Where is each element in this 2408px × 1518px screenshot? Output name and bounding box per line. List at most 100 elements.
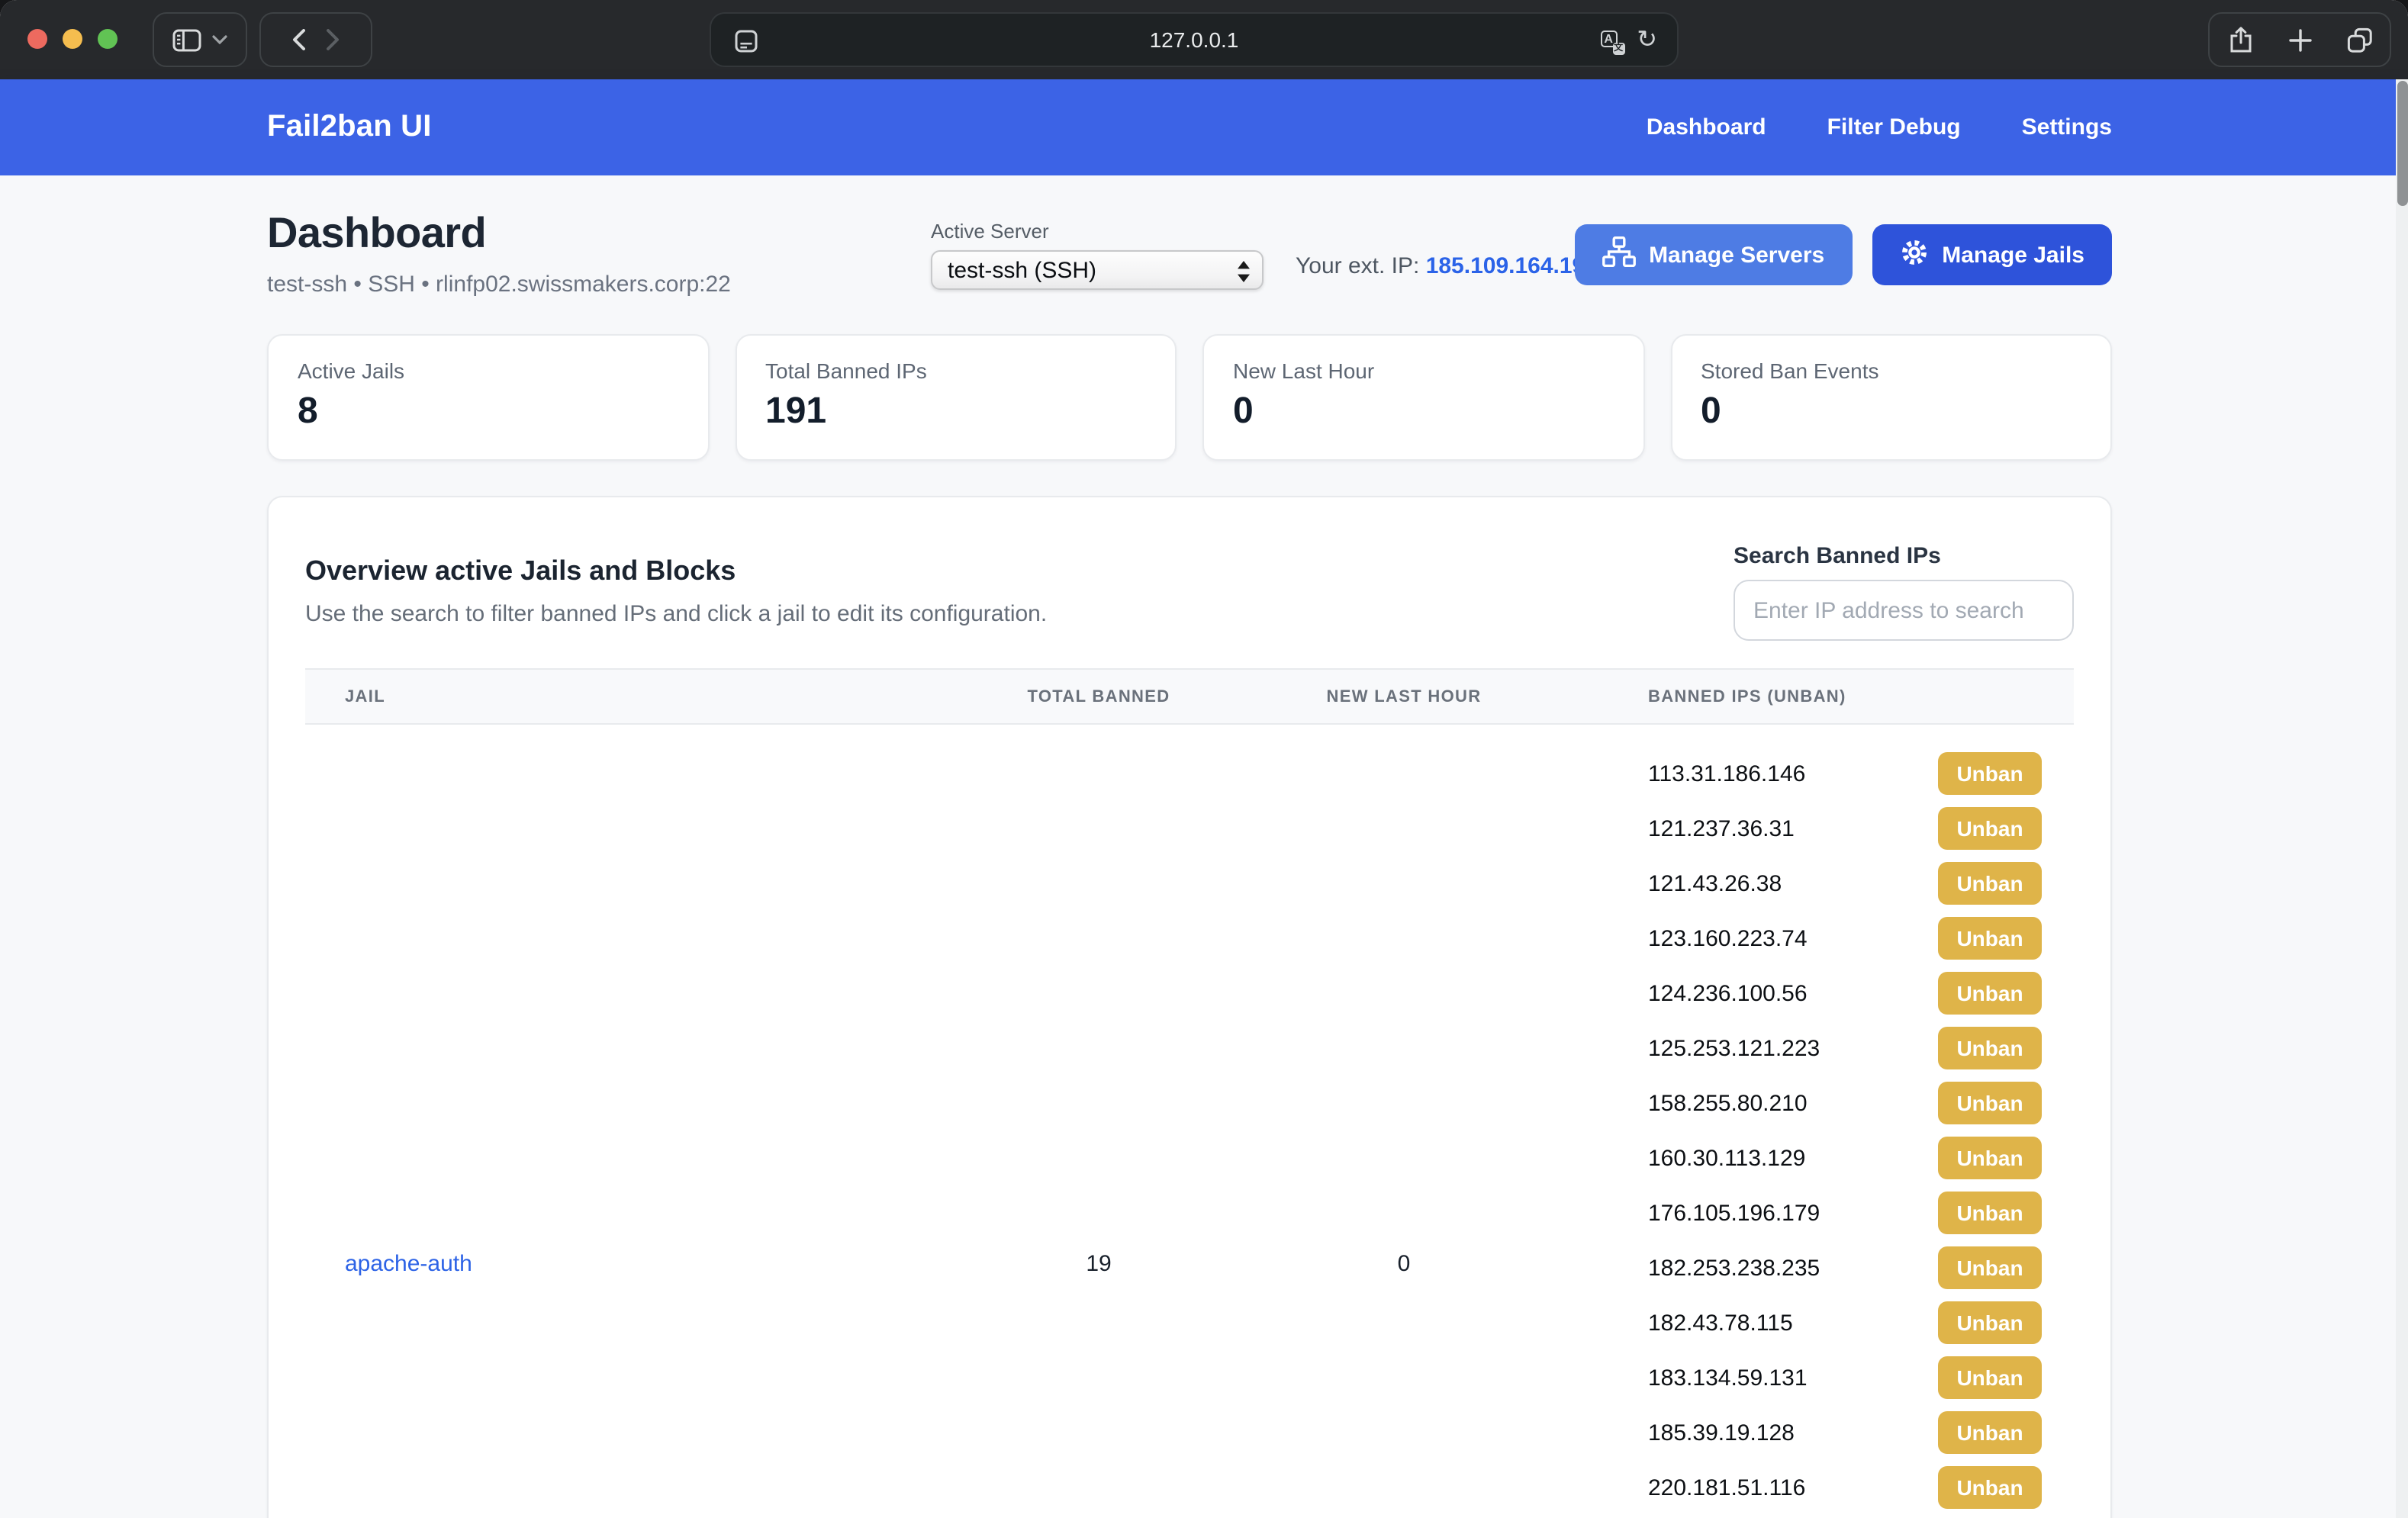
overview-subtitle: Use the search to filter banned IPs and … [305, 601, 1047, 627]
unban-button[interactable]: Unban [1938, 1411, 2042, 1454]
nav-item-dashboard[interactable]: Dashboard [1647, 114, 1766, 140]
jail-link[interactable]: apache-auth [345, 1251, 472, 1277]
dashboard-page: Dashboard test-ssh • SSH • rlinfp02.swis… [0, 175, 2408, 1518]
banned-ip-label: 185.39.19.128 [1648, 1420, 1795, 1446]
banned-ip-label: 113.31.186.146 [1648, 761, 1805, 786]
tab-overview-icon[interactable] [2346, 27, 2372, 53]
table-header: JAIL TOTAL BANNED NEW LAST HOUR BANNED I… [305, 668, 2074, 725]
toolbar-actions-group [2208, 12, 2391, 67]
translate-icon[interactable]: A 文 [1600, 30, 1623, 53]
minimize-button[interactable] [63, 29, 82, 49]
active-server-value: test-ssh (SSH) [948, 257, 1096, 283]
stat-label: Active Jails [298, 359, 678, 383]
banned-ip-label: 121.237.36.31 [1648, 815, 1795, 841]
stat-label: Total Banned IPs [765, 359, 1146, 383]
banned-ip-row: 121.43.26.38 Unban [1648, 856, 2042, 911]
banned-ip-row: 113.31.186.146 Unban [1648, 746, 2042, 801]
back-button[interactable] [291, 29, 305, 50]
banned-ip-row: 183.134.59.131 Unban [1648, 1350, 2042, 1405]
unban-button[interactable]: Unban [1938, 1466, 2042, 1509]
banned-ip-label: 158.255.80.210 [1648, 1090, 1808, 1116]
banned-ip-row: 220.181.51.116 Unban [1648, 1460, 2042, 1515]
banned-ip-list: 113.31.186.146 Unban 121.237.36.31 Unban [1648, 746, 2042, 1515]
col-new-last-hour: NEW LAST HOUR [1221, 687, 1587, 706]
banned-ip-label: 125.253.121.223 [1648, 1035, 1820, 1061]
unban-button[interactable]: Unban [1938, 1356, 2042, 1399]
col-total-banned: TOTAL BANNED [977, 687, 1221, 706]
banned-ip-label: 183.134.59.131 [1648, 1365, 1808, 1391]
sidebar-toggle-button[interactable] [153, 12, 247, 67]
traffic-lights [27, 29, 118, 49]
unban-button[interactable]: Unban [1938, 1082, 2042, 1124]
gear-icon [1899, 237, 1928, 272]
unban-button[interactable]: Unban [1938, 862, 2042, 905]
stat-card-stored-ban-events: Stored Ban Events 0 [1670, 334, 2112, 461]
search-banned-ips-input[interactable] [1734, 580, 2074, 641]
history-nav-group [259, 12, 372, 67]
unban-button[interactable]: Unban [1938, 1137, 2042, 1179]
url-text[interactable]: 127.0.0.1 [711, 14, 1677, 66]
table-row: apache-auth 19 0 113.31.186.146 Unban [305, 725, 2074, 1518]
sidebar-icon [172, 28, 201, 51]
col-banned-ips: BANNED IPS (UNBAN) [1587, 687, 2074, 706]
stat-label: Stored Ban Events [1701, 359, 2081, 383]
external-ip: Your ext. IP: 185.109.164.199 [1296, 253, 1598, 279]
banned-ip-row: 121.237.36.31 Unban [1648, 801, 2042, 856]
overview-title: Overview active Jails and Blocks [305, 555, 1047, 587]
browser-window: 127.0.0.1 A 文 ↻ [0, 0, 2408, 1518]
forward-button[interactable] [327, 29, 340, 50]
nav-item-settings[interactable]: Settings [2022, 114, 2112, 140]
banned-ip-row: 123.160.223.74 Unban [1648, 911, 2042, 966]
stat-value: 8 [298, 391, 678, 433]
scrollbar-thumb[interactable] [2397, 81, 2408, 206]
manage-jails-button[interactable]: Manage Jails [1872, 224, 2112, 285]
unban-button[interactable]: Unban [1938, 752, 2042, 795]
unban-button[interactable]: Unban [1938, 1027, 2042, 1069]
banned-ip-row: 125.253.121.223 Unban [1648, 1021, 2042, 1076]
stat-card-new-last-hour: New Last Hour 0 [1202, 334, 1644, 461]
app-brand[interactable]: Fail2ban UI [267, 110, 432, 145]
unban-button[interactable]: Unban [1938, 1301, 2042, 1344]
manage-servers-button[interactable]: Manage Servers [1574, 224, 1852, 285]
external-ip-value: 185.109.164.199 [1426, 253, 1598, 279]
browser-chrome: 127.0.0.1 A 文 ↻ [0, 0, 2408, 79]
jails-table: JAIL TOTAL BANNED NEW LAST HOUR BANNED I… [305, 668, 2074, 1518]
banned-ip-label: 176.105.196.179 [1648, 1200, 1820, 1226]
reload-icon[interactable]: ↻ [1637, 27, 1657, 55]
col-jail: JAIL [305, 687, 977, 706]
share-icon[interactable] [2227, 26, 2253, 53]
banned-ip-label: 220.181.51.116 [1648, 1475, 1805, 1500]
chevron-down-icon [212, 35, 227, 44]
nav-item-filter-debug[interactable]: Filter Debug [1827, 114, 1961, 140]
fullscreen-button[interactable] [98, 29, 118, 49]
unban-button[interactable]: Unban [1938, 917, 2042, 960]
banned-ip-label: 182.253.238.235 [1648, 1255, 1820, 1281]
unban-button[interactable]: Unban [1938, 807, 2042, 850]
jails-overview-panel: Overview active Jails and Blocks Use the… [267, 496, 2112, 1518]
banned-ip-row: 160.30.113.129 Unban [1648, 1130, 2042, 1185]
sitemap-icon [1602, 236, 1635, 273]
screen: 127.0.0.1 A 文 ↻ [0, 0, 2408, 1518]
unban-button[interactable]: Unban [1938, 1246, 2042, 1289]
address-bar[interactable]: 127.0.0.1 A 文 ↻ [710, 12, 1679, 67]
banned-ip-row: 185.39.19.128 Unban [1648, 1405, 2042, 1460]
select-stepper-icon [1236, 259, 1251, 290]
stat-value: 0 [1701, 391, 2081, 433]
external-ip-label: Your ext. IP: [1296, 253, 1419, 279]
new-tab-icon[interactable] [2288, 28, 2311, 51]
active-server-label: Active Server [931, 220, 1264, 243]
unban-button[interactable]: Unban [1938, 972, 2042, 1015]
unban-button[interactable]: Unban [1938, 1192, 2042, 1234]
stat-card-total-banned: Total Banned IPs 191 [735, 334, 1177, 461]
banned-ip-label: 124.236.100.56 [1648, 980, 1808, 1006]
close-button[interactable] [27, 29, 47, 49]
banned-ip-label: 160.30.113.129 [1648, 1145, 1805, 1171]
page-title: Dashboard [267, 209, 486, 258]
active-server-select[interactable]: test-ssh (SSH) [931, 250, 1264, 290]
scrollbar-track[interactable] [2396, 79, 2408, 1518]
page-subtitle: test-ssh • SSH • rlinfp02.swissmakers.co… [267, 272, 731, 297]
stat-label: New Last Hour [1233, 359, 1614, 383]
banned-ip-label: 121.43.26.38 [1648, 870, 1782, 896]
stat-value: 191 [765, 391, 1146, 433]
banned-ip-label: 123.160.223.74 [1648, 925, 1808, 951]
